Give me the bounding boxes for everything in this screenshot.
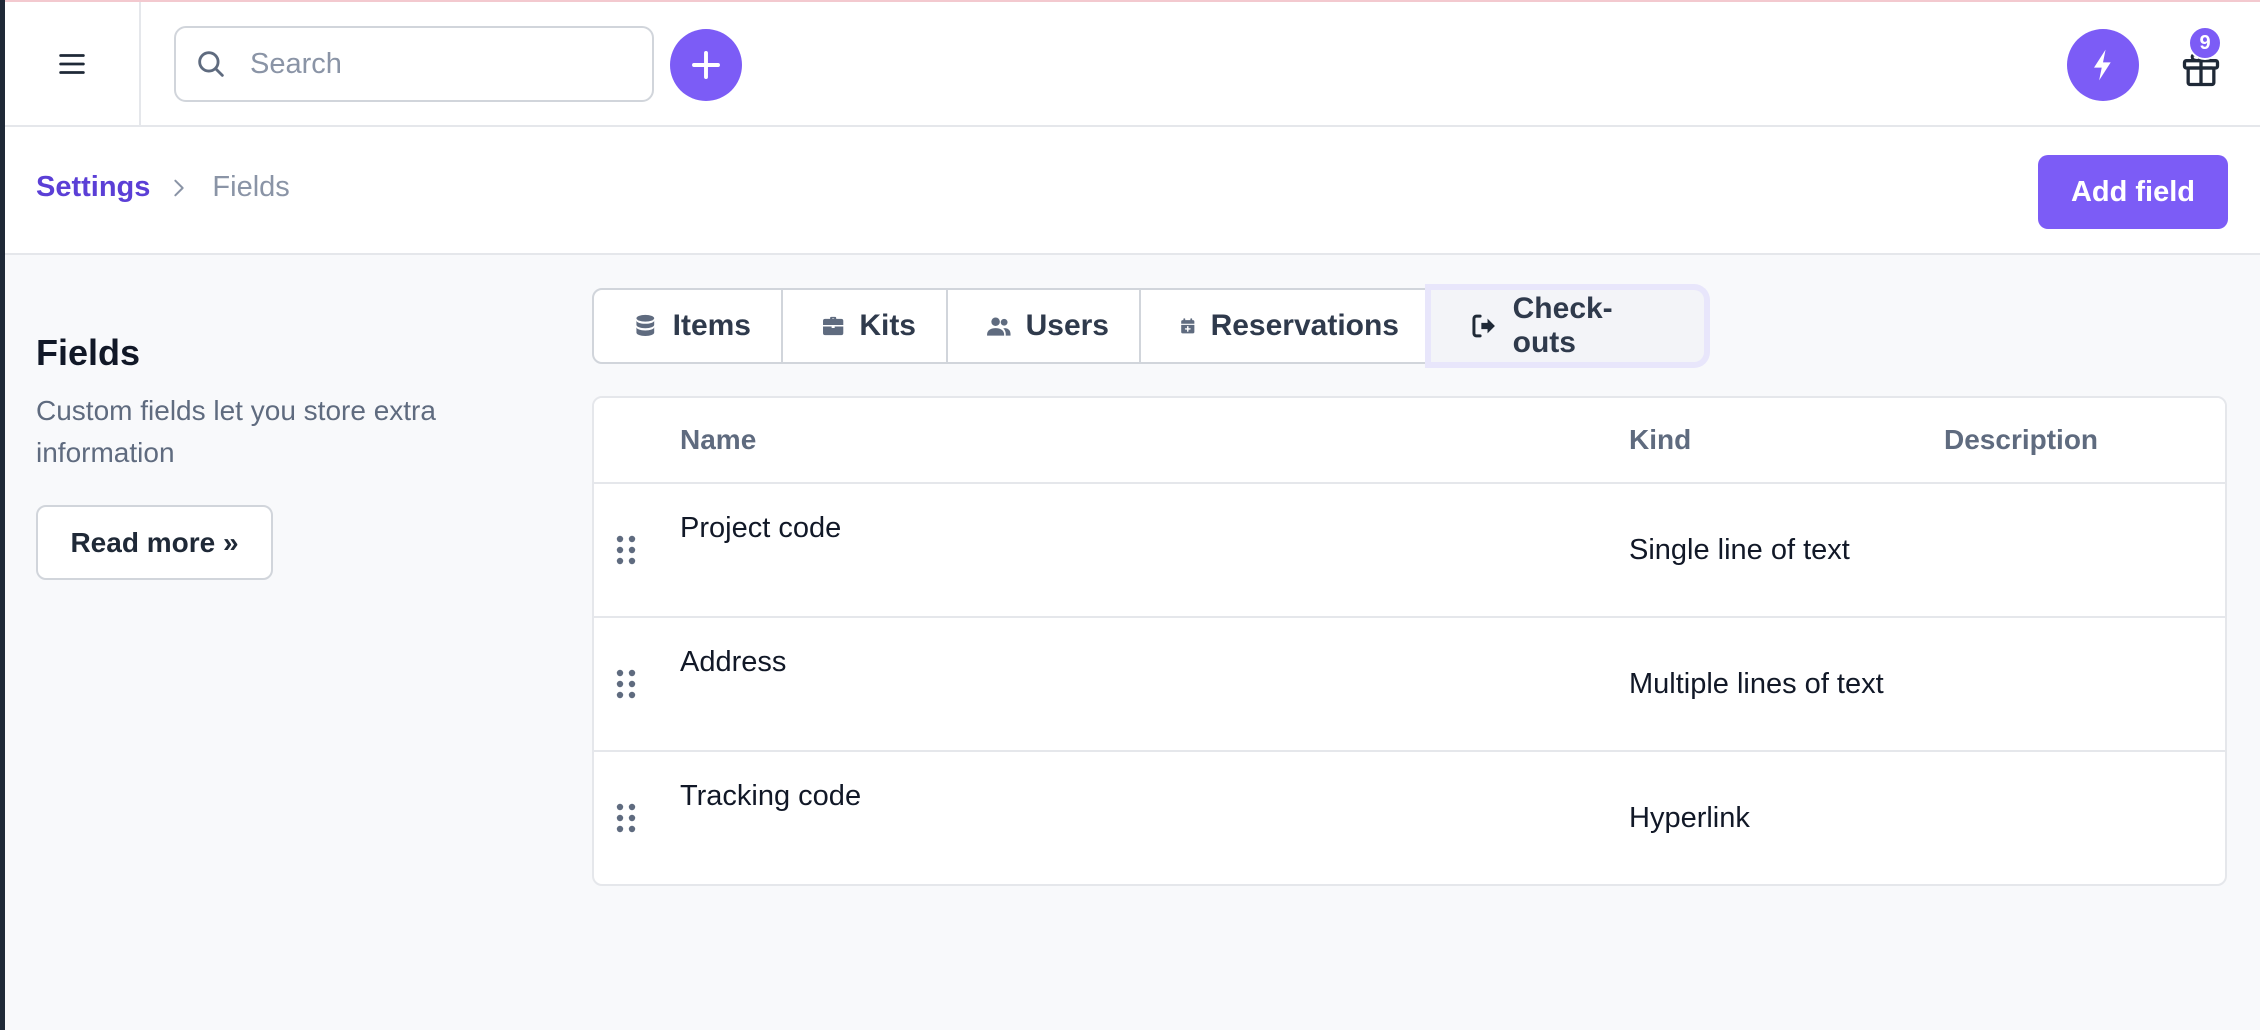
table-row[interactable]: Address Multiple lines of text [594, 618, 2225, 752]
search-input[interactable] [250, 47, 630, 81]
add-field-button[interactable]: Add field [2038, 155, 2228, 229]
section-title: Fields [36, 332, 141, 373]
table-row[interactable]: Project code Single line of text [594, 484, 2225, 618]
tab-label: Items [672, 309, 751, 342]
breadcrumb-settings-link[interactable]: Settings [36, 171, 150, 204]
drag-handle-icon[interactable] [614, 534, 638, 566]
page-header: Settings Fields Add field [5, 127, 2260, 255]
tab-label: Users [1025, 309, 1109, 342]
tab-check-outs[interactable]: Check-outs [1431, 290, 1704, 362]
table-row[interactable]: Tracking code Hyperlink [594, 752, 2225, 884]
tab-reservations[interactable]: Reservations [1141, 290, 1431, 362]
table-header: Name Kind Description [594, 398, 2225, 484]
field-kind: Single line of text [1629, 534, 1850, 566]
column-header-kind: Kind [1629, 424, 1692, 455]
lightning-bolt-icon [2094, 49, 2111, 81]
sign-out-icon [1472, 314, 1495, 338]
users-icon [987, 317, 1011, 336]
drag-handle-icon[interactable] [614, 802, 638, 834]
chevron-right-icon [174, 179, 185, 196]
field-kind: Hyperlink [1629, 802, 1750, 834]
field-kind: Multiple lines of text [1629, 668, 1884, 700]
tab-kits[interactable]: Kits [783, 290, 948, 362]
tab-label: Reservations [1210, 309, 1399, 342]
hamburger-icon [59, 53, 85, 74]
column-header-description: Description [1944, 424, 2099, 455]
tab-label: Check-outs [1512, 292, 1613, 359]
drag-handle-icon[interactable] [614, 668, 638, 700]
fields-table: Name Kind Description Project code Singl… [592, 396, 2227, 886]
breadcrumb: Settings Fields [36, 171, 290, 204]
menu-button[interactable] [5, 2, 141, 125]
plus-icon [692, 51, 720, 79]
column-header-name: Name [680, 424, 757, 455]
read-more-button[interactable]: Read more » [36, 505, 273, 580]
tab-label: Kits [859, 309, 916, 342]
quick-actions-button[interactable] [2067, 29, 2139, 101]
search-icon [198, 51, 224, 77]
field-type-tabs: Items Kits Users Reservations Check-outs [592, 288, 1706, 364]
tab-users[interactable]: Users [948, 290, 1141, 362]
search-box[interactable] [174, 26, 654, 102]
calendar-plus-icon [1181, 318, 1195, 334]
database-icon [636, 314, 655, 336]
field-name[interactable]: Address [680, 646, 786, 679]
create-new-button[interactable] [670, 29, 742, 101]
section-description: Custom fields let you store extra inform… [36, 395, 436, 468]
briefcase-icon [823, 316, 844, 336]
field-name[interactable]: Project code [680, 512, 841, 545]
tab-items[interactable]: Items [594, 290, 783, 362]
field-name[interactable]: Tracking code [680, 780, 861, 813]
gift-count-badge: 9 [2188, 26, 2222, 60]
top-bar [5, 2, 2260, 127]
breadcrumb-current: Fields [212, 171, 290, 203]
